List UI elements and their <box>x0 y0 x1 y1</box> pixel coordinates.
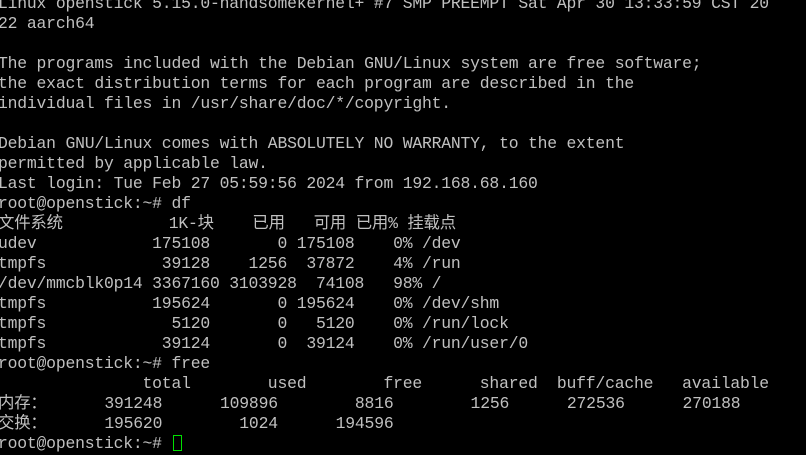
terminal-line: 22 aarch64 <box>0 14 95 33</box>
active-prompt-line[interactable]: root@openstick:~# <box>0 434 796 454</box>
df-row: tmpfs 39128 1256 37872 4% /run <box>0 254 461 273</box>
shell-prompt: root@openstick:~# <box>0 434 172 453</box>
terminal-line: Last login: Tue Feb 27 05:59:56 2024 fro… <box>0 174 538 193</box>
terminal-output: Linux openstick 5.15.0-handsomekernel+ #… <box>0 0 796 454</box>
df-row: udev 175108 0 175108 0% /dev <box>0 234 461 253</box>
free-row: 内存： 391248 109896 8816 1256 272536 27018… <box>0 394 741 413</box>
terminal-line: Debian GNU/Linux comes with ABSOLUTELY N… <box>0 134 625 153</box>
df-header-row: 文件系统 1K-块 已用 可用 已用% 挂载点 <box>0 214 456 233</box>
command-line: root@openstick:~# free <box>0 354 210 373</box>
df-row: tmpfs 195624 0 195624 0% /dev/shm <box>0 294 500 313</box>
terminal-cursor <box>173 435 183 451</box>
terminal-line: Linux openstick 5.15.0-handsomekernel+ #… <box>0 0 769 13</box>
df-row: /dev/mmcblk0p14 3367160 3103928 74108 98… <box>0 274 442 293</box>
terminal-line: individual files in /usr/share/doc/*/cop… <box>0 94 451 113</box>
free-header-row: total used free shared buff/cache availa… <box>0 374 770 393</box>
scrollbar[interactable] <box>799 0 806 455</box>
terminal-line: permitted by applicable law. <box>0 154 268 173</box>
terminal-window[interactable]: Linux openstick 5.15.0-handsomekernel+ #… <box>0 0 806 455</box>
free-row: 交换： 195620 1024 194596 <box>0 414 394 433</box>
terminal-line: the exact distribution terms for each pr… <box>0 74 634 93</box>
df-row: tmpfs 39124 0 39124 0% /run/user/0 <box>0 334 528 353</box>
command-line: root@openstick:~# df <box>0 194 191 213</box>
df-row: tmpfs 5120 0 5120 0% /run/lock <box>0 314 509 333</box>
scrollbar-thumb[interactable] <box>801 90 805 410</box>
terminal-line: The programs included with the Debian GN… <box>0 54 702 73</box>
